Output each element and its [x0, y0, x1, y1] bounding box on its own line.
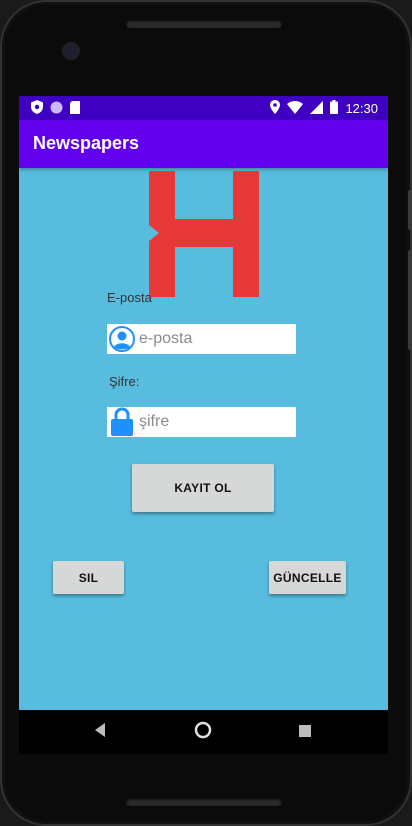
- status-time: 12:30: [345, 101, 378, 116]
- lock-icon: [107, 407, 137, 437]
- volume-up-key: [408, 190, 412, 230]
- phone-frame: 12:30 Newspapers E-posta e-posta Şifre: …: [0, 0, 412, 826]
- sd-card-icon: [70, 100, 80, 117]
- recents-icon[interactable]: [299, 724, 311, 742]
- email-label: E-posta: [107, 290, 152, 305]
- battery-icon: [330, 100, 339, 117]
- top-speaker: [126, 20, 282, 28]
- password-input[interactable]: [137, 413, 291, 431]
- register-button[interactable]: KAYIT OL: [132, 464, 274, 512]
- password-field-container: [107, 407, 296, 437]
- status-bar: 12:30: [19, 96, 388, 120]
- shield-icon: [31, 100, 43, 117]
- user-icon: [107, 324, 137, 354]
- bottom-speaker: [126, 798, 282, 806]
- navigation-bar: [19, 710, 388, 754]
- logo-image: [149, 171, 259, 297]
- signal-icon: [310, 100, 324, 117]
- app-bar: Newspapers: [19, 120, 388, 168]
- front-camera: [64, 44, 78, 58]
- update-button[interactable]: GÜNCELLE: [269, 561, 346, 594]
- app-title: Newspapers: [33, 133, 140, 153]
- back-icon[interactable]: [93, 722, 107, 743]
- password-label: Şifre:: [109, 374, 140, 389]
- circle-icon: [50, 101, 63, 117]
- email-input[interactable]: [137, 330, 291, 348]
- delete-button[interactable]: SIL: [53, 561, 124, 594]
- volume-key: [408, 250, 412, 350]
- email-field-container: [107, 324, 296, 354]
- location-icon: [270, 100, 281, 117]
- home-icon[interactable]: [194, 721, 212, 744]
- wifi-icon: [287, 100, 304, 117]
- app-screen: 12:30 Newspapers E-posta e-posta Şifre: …: [19, 96, 388, 710]
